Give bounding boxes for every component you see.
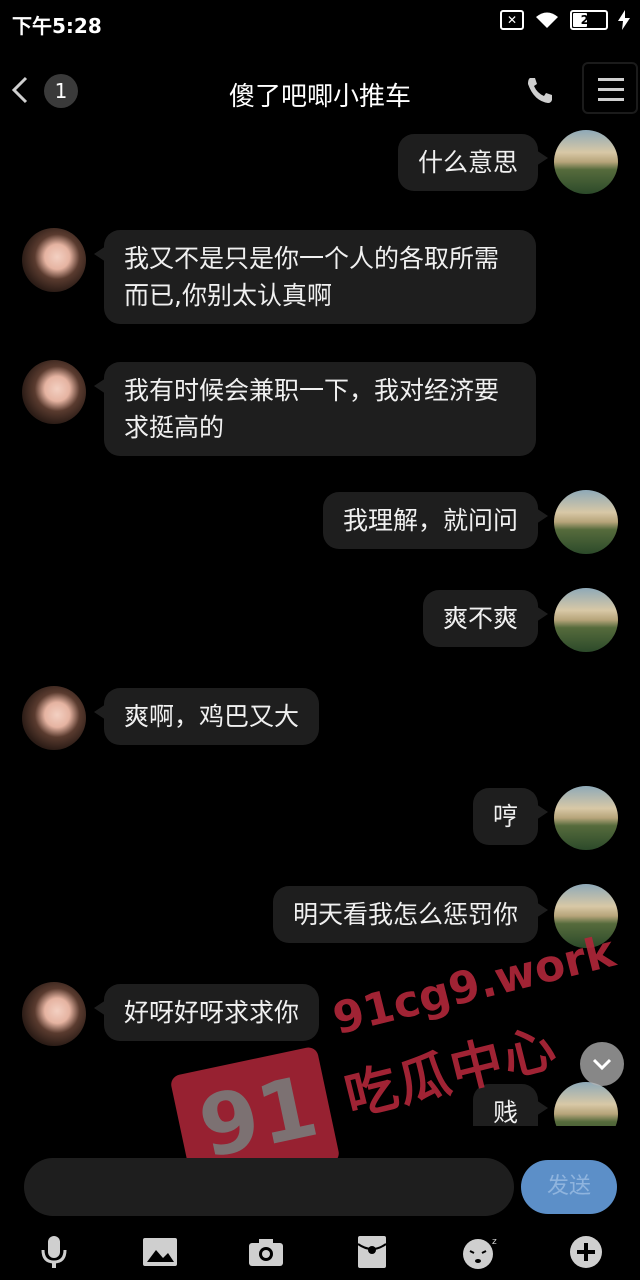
message-bubble-left[interactable]: 爽啊，鸡巴又大	[93, 688, 320, 745]
send-button[interactable]: 发送	[521, 1160, 617, 1214]
message-bubble-right[interactable]: 明天看我怎么惩罚你	[272, 886, 549, 943]
message-bubble-left[interactable]: 好呀好呀求求你	[93, 984, 320, 1041]
message-bubble-right[interactable]: 哼	[472, 788, 549, 845]
status-icons: ✕ 21	[500, 10, 630, 30]
phone-icon[interactable]	[524, 74, 556, 106]
plus-icon[interactable]	[564, 1232, 608, 1272]
scroll-down-button[interactable]	[580, 1042, 624, 1086]
emoji-icon[interactable]: z	[458, 1232, 502, 1272]
camera-icon[interactable]	[244, 1232, 288, 1272]
message-input[interactable]	[24, 1158, 514, 1216]
contact-avatar[interactable]	[22, 686, 86, 750]
wifi-icon	[534, 10, 560, 30]
message-bubble-right[interactable]: 什么意思	[397, 134, 549, 191]
contact-avatar[interactable]	[22, 360, 86, 424]
message-bubble-left[interactable]: 我又不是只是你一个人的各取所需而已,你别太认真啊	[94, 230, 536, 324]
battery-icon: 21	[570, 10, 608, 30]
svg-text:z: z	[492, 1237, 497, 1247]
red-envelope-icon[interactable]	[350, 1232, 394, 1272]
menu-button[interactable]	[582, 62, 638, 114]
status-bar: 下午5:28 ✕ 21	[0, 0, 640, 48]
input-bar: 发送	[0, 1150, 640, 1222]
my-avatar[interactable]	[554, 1082, 618, 1126]
message-bubble-right[interactable]: 我理解，就问问	[322, 492, 549, 549]
bottom-toolbar: z	[0, 1222, 640, 1280]
my-avatar[interactable]	[554, 130, 618, 194]
my-avatar[interactable]	[554, 786, 618, 850]
contact-avatar[interactable]	[22, 228, 86, 292]
my-avatar[interactable]	[554, 490, 618, 554]
status-time: 下午5:28	[12, 14, 102, 38]
my-avatar[interactable]	[554, 588, 618, 652]
charging-icon	[618, 10, 630, 30]
image-icon[interactable]	[138, 1232, 182, 1272]
contact-avatar[interactable]	[22, 982, 86, 1046]
message-bubble-left[interactable]: 我有时候会兼职一下，我对经济要求挺高的	[94, 362, 536, 456]
chat-header: 1 傻了吧唧小推车	[0, 56, 640, 126]
message-bubble-right[interactable]: 爽不爽	[422, 590, 549, 647]
no-sim-icon: ✕	[500, 10, 524, 30]
mic-icon[interactable]	[32, 1232, 76, 1272]
